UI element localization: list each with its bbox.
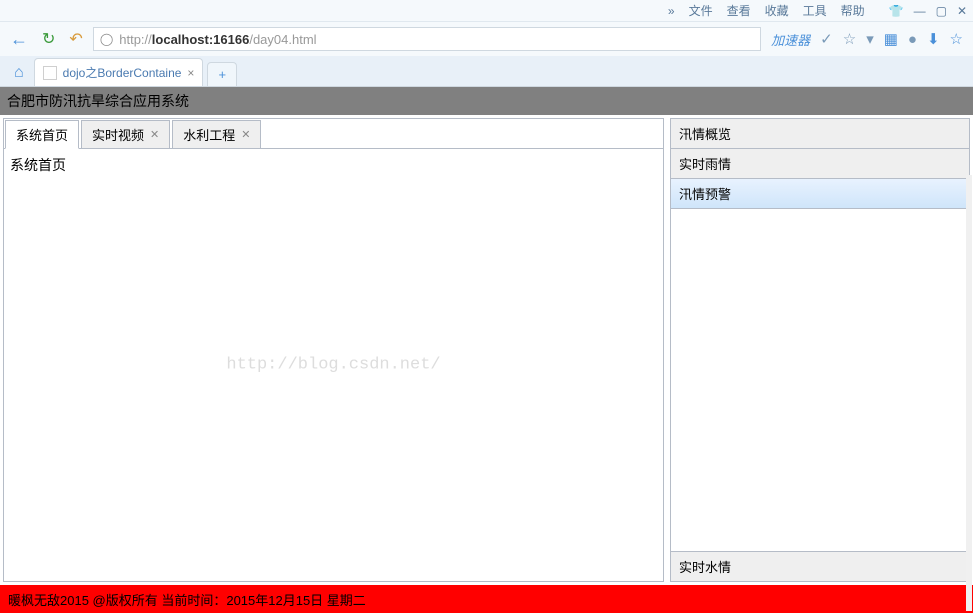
main-row: 系统首页 实时视频 ✕ 水利工程 ✕ 系统首页 http://blog.csdn… [0,115,973,585]
accordion-content [671,209,969,552]
tab-water-label: 水利工程 [183,125,235,144]
favicon-icon [43,66,57,80]
page-content: 合肥市防汛抗旱综合应用系统 系统首页 实时视频 ✕ 水利工程 ✕ 系统首页 ht [0,86,973,613]
undo-button[interactable]: ↶ [65,27,86,51]
close-icon[interactable]: ✕ [150,128,159,141]
menu-items: 文件 查看 收藏 工具 帮助 [689,2,865,19]
accordion-pane-warning[interactable]: 汛情预警 [671,179,969,209]
tab-video-label: 实时视频 [92,125,144,144]
tab-labels: 系统首页 实时视频 ✕ 水利工程 ✕ [4,119,663,149]
tab-water[interactable]: 水利工程 ✕ [172,120,261,149]
home-button[interactable]: ⌂ [8,60,30,86]
app-header: 合肥市防汛抗旱综合应用系统 [0,87,973,115]
skin-icon[interactable]: 👕 [889,4,904,18]
footer-text: 暖枫无敌2015 @版权所有 当前时间：2015年12月15日 星期二 [8,590,366,609]
watermark: http://blog.csdn.net/ [226,356,440,375]
menu-tools[interactable]: 工具 [803,2,827,19]
url-path: /day04.html [249,32,316,47]
download-icon[interactable]: ⬇ [927,30,940,48]
browser-toolbar: ← ↻ ↶ ◯ http://localhost:16166/day04.htm… [0,22,973,56]
accordion-pane-overview[interactable]: 汛情概览 [671,119,969,149]
ext-icon[interactable]: ● [908,31,917,48]
accordion: 汛情概览 实时雨情 汛情预警 实时水情 [670,118,970,582]
menu-help[interactable]: 帮助 [841,2,865,19]
close-window-icon[interactable]: ✕ [957,4,967,18]
accordion-pane-rain[interactable]: 实时雨情 [671,149,969,179]
url-prefix: http:// [119,32,152,47]
tab-video[interactable]: 实时视频 ✕ [81,120,170,149]
url-host: localhost:16166 [152,32,250,47]
tab-content: 系统首页 http://blog.csdn.net/ [4,148,663,581]
star-icon[interactable]: ☆ [843,30,856,48]
tab-container: 系统首页 实时视频 ✕ 水利工程 ✕ 系统首页 http://blog.csdn… [3,118,664,582]
tab-home[interactable]: 系统首页 [5,120,79,149]
tab-title: dojo之BorderContaine [63,64,182,81]
close-tab-icon[interactable]: × [187,66,194,80]
url-bar[interactable]: ◯ http://localhost:16166/day04.html [93,27,761,51]
bookmark-icon[interactable]: ☆ [950,30,963,48]
minimize-icon[interactable]: — [914,4,926,18]
app-title: 合肥市防汛抗旱综合应用系统 [7,91,189,111]
close-icon[interactable]: ✕ [241,128,250,141]
accordion-pane-water[interactable]: 实时水情 [671,552,969,581]
accelerator-label[interactable]: 加速器 [771,30,810,49]
maximize-icon[interactable]: ▢ [936,4,947,18]
translate-icon[interactable]: ▦ [884,30,898,48]
dropdown-icon[interactable]: ▾ [866,30,874,48]
tab-home-label: 系统首页 [16,125,68,144]
menu-file[interactable]: 文件 [689,2,713,19]
toolbar-right: 加速器 ✓ ☆ ▾ ▦ ● ⬇ ☆ [767,30,967,49]
shield-icon: ◯ [100,32,113,46]
scrollbar[interactable] [966,175,972,611]
tab-content-text: 系统首页 [10,157,66,173]
menu-fav[interactable]: 收藏 [765,2,789,19]
browser-tabstrip: ⌂ dojo之BorderContaine × + [0,56,973,86]
footer: 暖枫无敌2015 @版权所有 当前时间：2015年12月15日 星期二 [0,585,973,613]
browser-menu-bar: » 文件 查看 收藏 工具 帮助 👕 — ▢ ✕ [0,0,973,22]
back-button[interactable]: ← [6,27,32,52]
refresh-button[interactable]: ↻ [38,27,59,51]
new-tab-button[interactable]: + [207,62,237,86]
browser-tab[interactable]: dojo之BorderContaine × [34,58,204,86]
window-controls: 👕 — ▢ ✕ [889,4,967,18]
more-icon[interactable]: » [668,4,675,18]
lightning-icon[interactable]: ✓ [820,30,833,48]
menu-view[interactable]: 查看 [727,2,751,19]
